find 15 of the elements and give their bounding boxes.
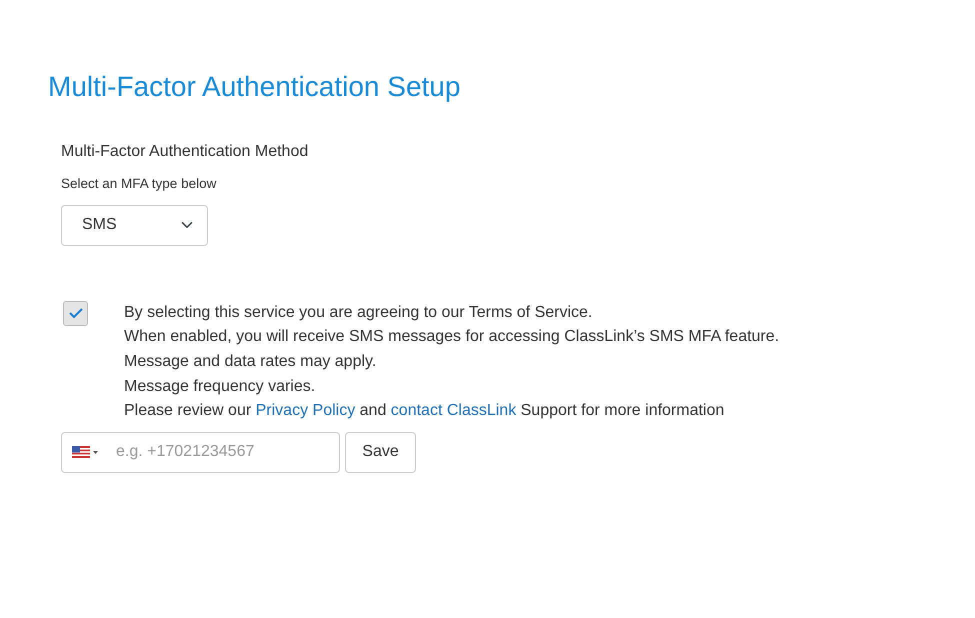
consent-text: Message frequency varies. bbox=[124, 376, 316, 397]
consent-text: When enabled, you will receive SMS messages for accessing ClassLink’s SMS MFA feature. bbox=[124, 327, 780, 348]
mfa-type-select[interactable]: SMS bbox=[61, 204, 208, 246]
phone-input-field[interactable]: e.g. +17021234567 bbox=[61, 432, 340, 473]
link[interactable]: contact ClassLink bbox=[390, 402, 516, 420]
page-title: Multi-Factor Authentication Setup bbox=[48, 70, 462, 104]
consent-text: Message and data rates may apply. bbox=[124, 352, 378, 372]
method-label: Multi-Factor Authentication Method bbox=[61, 142, 310, 162]
method-hint: Select an MFA type below bbox=[61, 174, 218, 193]
consent-text: By selecting this service you are agreeing to our Terms of Service. bbox=[124, 302, 594, 323]
consent-checkbox[interactable] bbox=[63, 300, 88, 326]
check-icon bbox=[68, 307, 84, 320]
link[interactable]: Privacy Policy bbox=[256, 402, 356, 420]
consent-text: Please review our Privacy Policy and contact ClassLink Support for more information bbox=[124, 401, 726, 422]
save-button[interactable]: Save bbox=[345, 432, 416, 473]
